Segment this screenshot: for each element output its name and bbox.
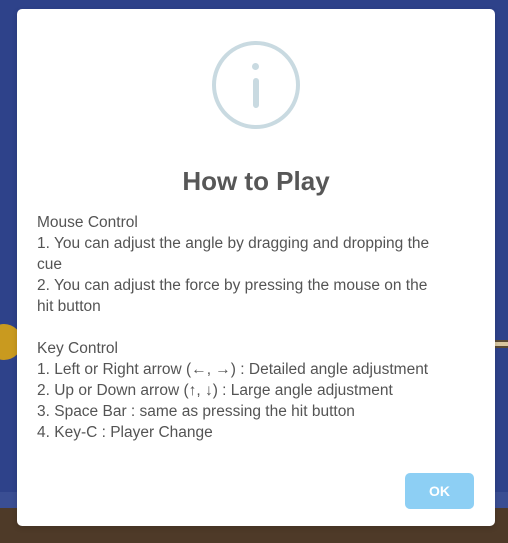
instructions-text: Mouse Control 1. You can adjust the angl… <box>37 212 477 443</box>
info-icon <box>212 41 300 129</box>
instruction-line: 1. Left or Right arrow (←, →) : Detailed… <box>37 361 429 378</box>
section-spacer <box>37 317 477 338</box>
info-icon-dot <box>252 63 259 70</box>
game-backdrop: How to Play Mouse Control 1. You can adj… <box>0 0 508 543</box>
info-icon-bar <box>253 78 259 108</box>
instruction-line: 4. Key-C : Player Change <box>37 424 213 441</box>
instruction-line: hit button <box>37 298 101 315</box>
instruction-line: 3. Space Bar : same as pressing the hit … <box>37 403 355 420</box>
instruction-line: 1. You can adjust the angle by dragging … <box>37 235 430 252</box>
section-heading-keys: Key Control <box>37 340 118 357</box>
section-heading-mouse: Mouse Control <box>37 214 138 231</box>
instruction-line: 2. Up or Down arrow (↑, ↓) : Large angle… <box>37 382 393 399</box>
ok-button[interactable]: OK <box>405 473 474 509</box>
dialog-title: How to Play <box>182 166 330 196</box>
cue-stick <box>494 340 508 348</box>
instruction-line: cue <box>37 256 62 273</box>
how-to-play-dialog: How to Play Mouse Control 1. You can adj… <box>17 9 495 526</box>
instruction-line: 2. You can adjust the force by pressing … <box>37 277 428 294</box>
